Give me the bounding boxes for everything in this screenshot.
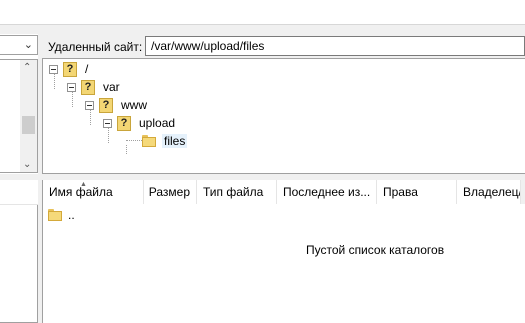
tree-node-upload[interactable]: ? upload [103, 115, 175, 131]
list-item-parent-dir[interactable]: .. [48, 207, 75, 223]
toolbar-divider [0, 0, 525, 25]
tree-connector [126, 145, 127, 154]
toolbar-area [0, 0, 525, 34]
column-header-modified[interactable]: Последнее из... [277, 180, 377, 204]
collapse-icon[interactable] [103, 118, 112, 128]
sort-ascending-icon: ▲ [80, 181, 87, 188]
list-item-name: .. [68, 208, 75, 222]
collapse-icon[interactable] [85, 100, 94, 110]
scrollbar-thumb[interactable] [22, 116, 35, 134]
column-label: Права [383, 185, 418, 199]
local-path-combo[interactable]: ⌄ [0, 35, 38, 55]
tree-node-root[interactable]: ? / [49, 61, 88, 77]
chevron-down-icon[interactable]: ⌄ [24, 38, 33, 51]
unknown-folder-icon: ? [63, 61, 77, 77]
tree-node-label: www [121, 98, 147, 112]
empty-list-message: Пустой список каталогов [306, 243, 445, 257]
column-label: Последнее из... [283, 185, 371, 199]
column-label: Владелец/... [463, 185, 521, 199]
tree-node-www[interactable]: ? www [85, 97, 147, 113]
collapse-icon[interactable] [67, 82, 76, 92]
scroll-down-icon[interactable]: ⌄ [23, 159, 31, 170]
tree-node-files[interactable]: files [142, 133, 188, 149]
local-tree-scrollbar[interactable]: ⌃ ⌄ [20, 60, 37, 172]
unknown-folder-icon: ? [117, 115, 131, 131]
tree-node-label: / [85, 62, 89, 76]
collapse-icon[interactable] [49, 64, 58, 74]
column-header-filetype[interactable]: Тип файла [197, 180, 277, 204]
scroll-up-icon[interactable]: ⌃ [23, 62, 31, 73]
local-tree[interactable]: ⌃ ⌄ [0, 59, 38, 173]
tree-node-label: upload [139, 116, 176, 130]
remote-directory-tree[interactable]: ? / ? var ? www ? upload files [42, 58, 525, 174]
column-header-owner[interactable]: Владелец/... [457, 180, 521, 204]
folder-icon [48, 209, 62, 221]
unknown-folder-icon: ? [81, 79, 95, 95]
tree-node-label: var [103, 80, 120, 94]
remote-path-input[interactable]: /var/www/upload/files [145, 36, 525, 56]
remote-site-label: Удаленный сайт: [48, 40, 143, 54]
list-scroll-edge [521, 180, 525, 204]
column-label: Тип файла [203, 185, 264, 199]
column-label: Размер [148, 185, 190, 199]
folder-icon [142, 135, 156, 147]
column-header-size[interactable]: Размер [144, 180, 197, 204]
tree-node-label: files [162, 134, 188, 148]
unknown-folder-icon: ? [99, 97, 113, 113]
column-header-permissions[interactable]: Права [377, 180, 457, 204]
column-header-filename[interactable]: Имя файла [43, 180, 144, 204]
local-file-list-header [0, 180, 38, 205]
tree-node-var[interactable]: ? var [67, 79, 120, 95]
